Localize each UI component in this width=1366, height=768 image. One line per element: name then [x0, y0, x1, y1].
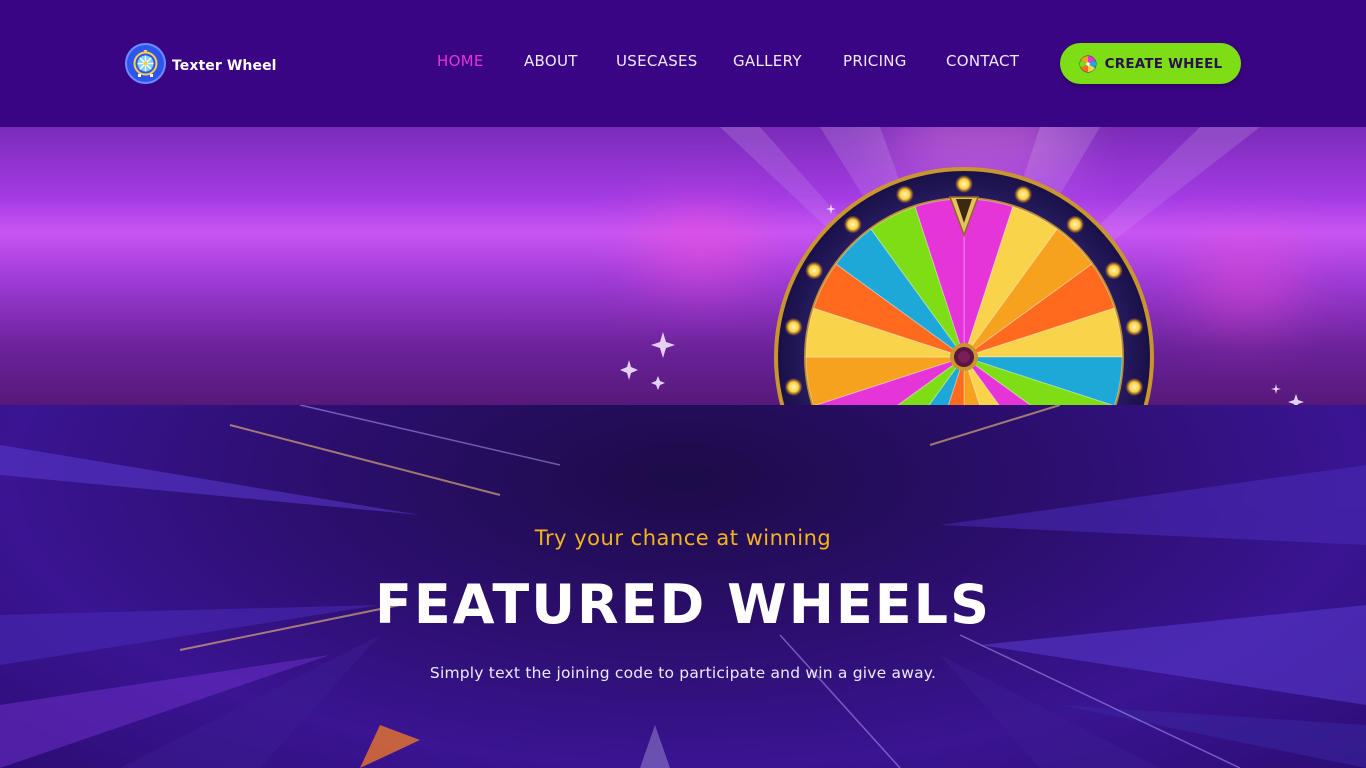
- wheel-bulb: [1066, 215, 1085, 234]
- nav-pricing[interactable]: PRICING: [843, 52, 907, 70]
- nav-usecases[interactable]: USECASES: [616, 52, 698, 70]
- nav-contact[interactable]: CONTACT: [946, 52, 1019, 70]
- wheel-logo-icon: [125, 43, 166, 84]
- nav-gallery[interactable]: GALLERY: [733, 52, 802, 70]
- wheel-bulb: [805, 261, 824, 280]
- brand-name: Texter Wheel: [172, 57, 277, 74]
- wheel-bulb: [1104, 261, 1123, 280]
- featured-tagline: Try your chance at winning: [534, 526, 832, 550]
- create-wheel-label: CREATE WHEEL: [1104, 55, 1223, 72]
- brand-logo[interactable]: Texter Wheel: [125, 43, 277, 84]
- prize-wheel-illustration: [620, 127, 1304, 405]
- featured-title: FEATURED WHEELS: [375, 573, 991, 636]
- nav-about[interactable]: ABOUT: [524, 52, 578, 70]
- wheel-bulb: [784, 378, 803, 397]
- wheel-bulb: [895, 185, 914, 204]
- wheel-bulb: [1125, 317, 1144, 336]
- create-wheel-button[interactable]: CREATE WHEEL: [1060, 43, 1241, 84]
- site-header: Texter Wheel HOME ABOUT USECASES GALLERY…: [0, 0, 1366, 127]
- color-wheel-icon: [1079, 55, 1097, 72]
- wheel-bulb: [784, 317, 803, 336]
- wheel-bulb: [1125, 378, 1144, 397]
- nav-home[interactable]: HOME: [437, 52, 484, 70]
- wheel-bulb: [1014, 185, 1033, 204]
- wheel-bulb: [843, 215, 862, 234]
- featured-subtitle: Simply text the joining code to particip…: [429, 664, 937, 682]
- featured-wheels-section: Try your chance at winning FEATURED WHEE…: [0, 405, 1366, 768]
- hero-banner: [0, 127, 1366, 405]
- wheel-bulb: [955, 175, 973, 193]
